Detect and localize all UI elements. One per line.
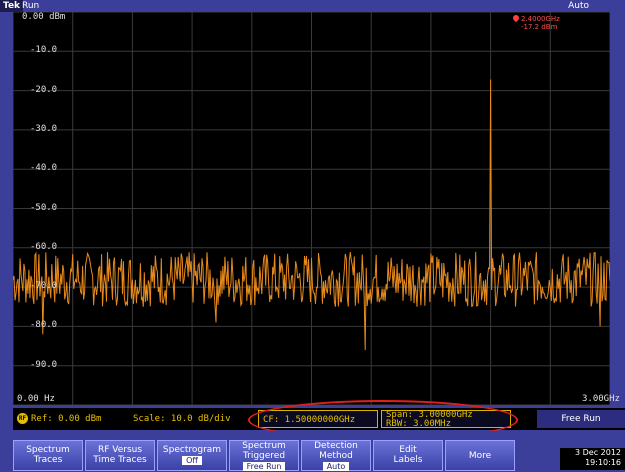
y-tick-label: -80.0	[30, 320, 58, 331]
x-start-label: 0.00 Hz	[17, 394, 55, 404]
y-tick-label: 0.00 dBm	[22, 12, 66, 22]
brand-logo: Tek	[0, 0, 24, 12]
top-status-bar: Tek Run Auto	[0, 0, 625, 12]
spectrogram-button[interactable]: Spectrogram Off	[157, 440, 227, 471]
spectrum-plot[interactable]: 2.4000GHz -17.2 dBm	[13, 12, 610, 405]
y-tick-label: -40.0	[30, 163, 58, 174]
detection-method-button[interactable]: Detection Method Auto	[301, 440, 371, 471]
marker-frequency: 2.4000GHz	[521, 15, 560, 23]
run-state: Run	[22, 1, 40, 11]
more-button[interactable]: More	[445, 440, 515, 471]
y-tick-label: -60.0	[30, 241, 58, 252]
y-tick-label: -30.0	[30, 123, 58, 134]
ref-level-readout[interactable]: RF Ref: 0.00 dBm Scale: 10.0 dB/div	[13, 410, 245, 428]
scale-readout: Scale: 10.0 dB/div	[133, 414, 231, 424]
x-stop-label: 3.00GHz	[582, 394, 620, 404]
bottom-menu: Spectrum Traces RF Versus Time Traces Spec…	[0, 431, 625, 471]
rf-icon: RF	[17, 413, 28, 424]
y-tick-label: -50.0	[30, 202, 58, 213]
y-tick-label: -70.0	[30, 281, 58, 292]
y-tick-label: -90.0	[30, 359, 58, 370]
y-tick-label: -10.0	[30, 45, 58, 56]
date: 3 Dec 2012	[574, 448, 621, 457]
trigger-state: Free Run	[537, 410, 625, 428]
time: 19:10:16	[585, 458, 621, 467]
y-tick-label: -20.0	[30, 84, 58, 95]
spectrum-triggered-button[interactable]: Spectrum Triggered Free Run	[229, 440, 299, 471]
marker-level: -17.2 dBm	[521, 23, 558, 31]
rf-versus-time-button[interactable]: RF Versus Time Traces	[85, 440, 155, 471]
spectrum-traces-button[interactable]: Spectrum Traces	[13, 440, 83, 471]
edit-labels-button[interactable]: Edit Labels	[373, 440, 443, 471]
ref-level: Ref: 0.00 dBm	[31, 414, 102, 424]
spectrum-graticule	[13, 12, 610, 405]
acquisition-mode: Auto	[568, 1, 589, 11]
date-time-display: 3 Dec 2012 19:10:16	[560, 448, 625, 470]
